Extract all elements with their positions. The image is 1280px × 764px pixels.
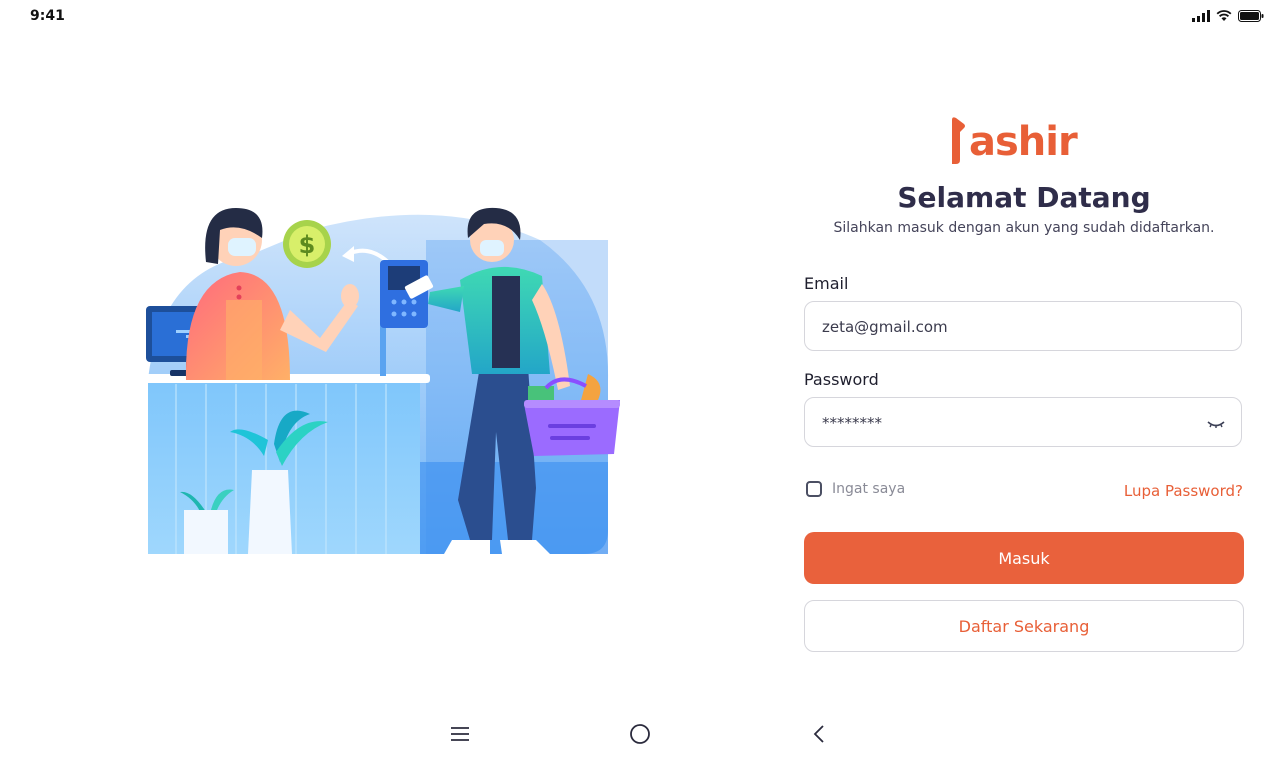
logo-mark-icon [952,117,965,164]
email-field-box [804,301,1242,352]
email-label: Email [804,274,849,293]
email-input[interactable] [820,302,1184,352]
forgot-password-link[interactable]: Lupa Password? [1124,482,1243,500]
signal-icon [1192,10,1210,22]
menu-icon[interactable] [448,722,472,746]
remember-checkbox[interactable] [806,481,822,497]
login-button[interactable]: Masuk [804,532,1244,584]
back-chevron-icon[interactable] [808,722,832,746]
remember-label: Ingat saya [832,481,906,497]
page-title: Selamat Datang [897,181,1151,214]
page-subtitle: Silahkan masuk dengan akun yang sudah di… [833,220,1215,236]
svg-text:$: $ [299,231,316,259]
register-button[interactable]: Daftar Sekarang [804,600,1244,652]
brand-logo: ashir [950,104,1100,164]
remember-me-toggle[interactable]: Ingat saya [806,481,905,497]
cashier-illustration: $ [144,207,620,554]
wifi-icon [1216,10,1232,21]
password-field-box [804,397,1242,448]
logo-text: ashir [969,119,1078,165]
status-bar: 9:41 [0,0,1280,34]
status-icons [1192,10,1264,22]
eye-closed-icon[interactable] [1205,413,1227,433]
status-time: 9:41 [30,8,65,24]
password-label: Password [804,370,879,389]
home-circle-icon[interactable] [628,722,652,746]
password-input[interactable] [820,398,1184,448]
navigation-bar [0,714,1280,754]
battery-icon [1238,10,1264,22]
